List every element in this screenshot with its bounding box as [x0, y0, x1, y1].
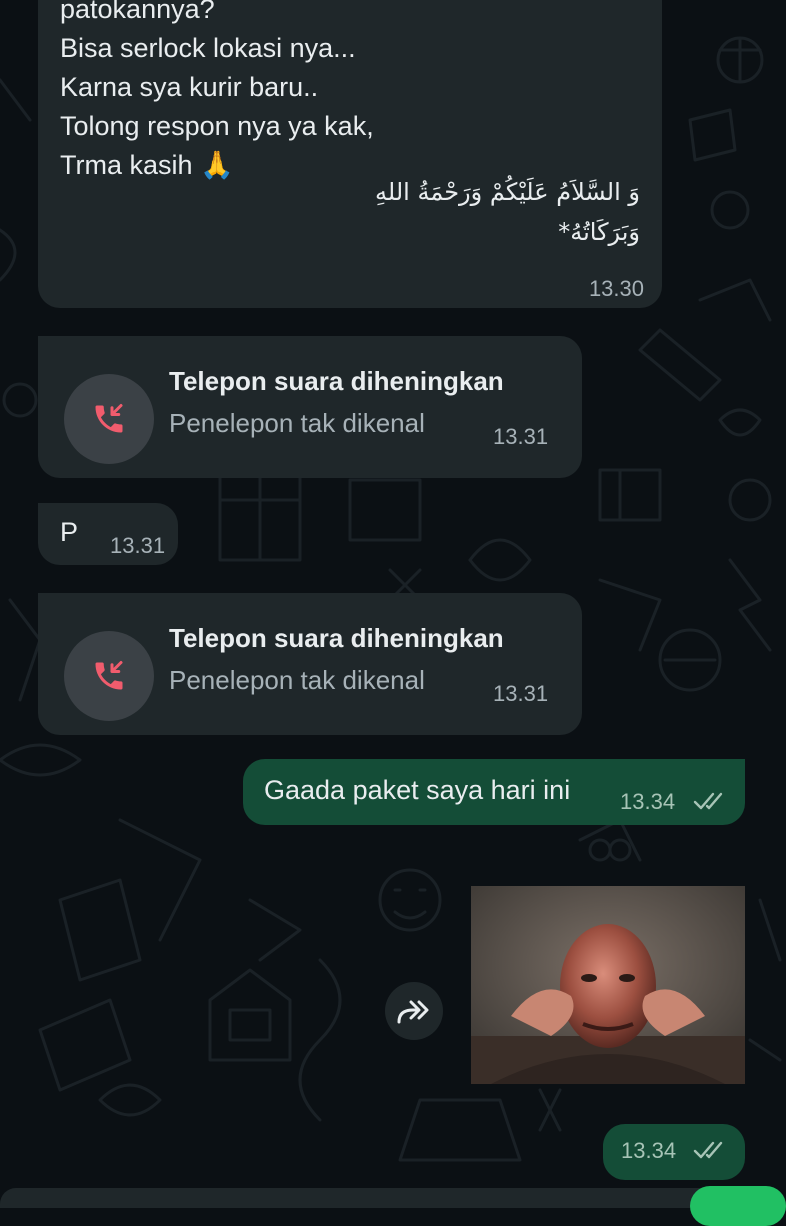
message-time: 13.31	[493, 424, 549, 449]
missed-call-icon-wrap	[64, 631, 154, 721]
message-line: Karna sya kurir baru..	[60, 72, 319, 102]
message-text: Gaada paket saya hari ini	[264, 775, 571, 805]
call-subtitle: Penelepon tak dikenal	[169, 665, 425, 695]
message-line: Bisa serlock lokasi nya...	[60, 33, 356, 63]
mic-button[interactable]	[690, 1186, 786, 1226]
incoming-message[interactable]: P 13.31	[38, 503, 178, 565]
call-subtitle: Penelepon tak dikenal	[169, 408, 425, 438]
arabic-line: وَبَرَكَاتُهُ*	[558, 218, 640, 246]
read-ticks-icon	[693, 1141, 723, 1159]
call-title: Telepon suara diheningkan	[169, 366, 504, 396]
arabic-greeting: وَ السَّلاَمُ عَلَيْكُمْ وَرَحْمَةُ الله…	[240, 172, 640, 252]
sticker-image	[471, 886, 745, 1084]
missed-call-bubble[interactable]: Telepon suara diheningkan Penelepon tak …	[38, 593, 582, 735]
message-time: 13.34	[621, 1138, 677, 1163]
missed-call-icon	[95, 661, 123, 690]
read-ticks-icon	[693, 792, 723, 810]
message-time: 13.31	[493, 681, 549, 706]
message-input-bar[interactable]	[0, 1188, 786, 1208]
call-title: Telepon suara diheningkan	[169, 623, 504, 653]
forward-icon	[397, 1000, 429, 1024]
message-line: patokannya?	[60, 0, 215, 24]
message-text: P	[60, 517, 79, 547]
incoming-message[interactable]: patokannya? Bisa serlock lokasi nya... K…	[38, 0, 662, 308]
message-time: 13.30	[588, 276, 644, 301]
missed-call-bubble[interactable]: Telepon suara diheningkan Penelepon tak …	[38, 336, 582, 478]
missed-call-icon-wrap	[64, 374, 154, 464]
missed-call-icon	[95, 404, 123, 433]
arabic-line: وَ السَّلاَمُ عَلَيْكُمْ وَرَحْمَةُ الله…	[375, 178, 640, 206]
message-time: 13.34	[620, 789, 676, 814]
message-text: patokannya? Bisa serlock lokasi nya... K…	[60, 0, 640, 185]
message-time: 13.31	[110, 533, 166, 558]
outgoing-message[interactable]: Gaada paket saya hari ini 13.34	[243, 759, 745, 825]
image-message[interactable]	[471, 886, 745, 1084]
image-message-time: 13.34	[603, 1124, 745, 1180]
message-line: Tolong respon nya ya kak,	[60, 111, 374, 141]
forward-button[interactable]	[385, 982, 443, 1040]
